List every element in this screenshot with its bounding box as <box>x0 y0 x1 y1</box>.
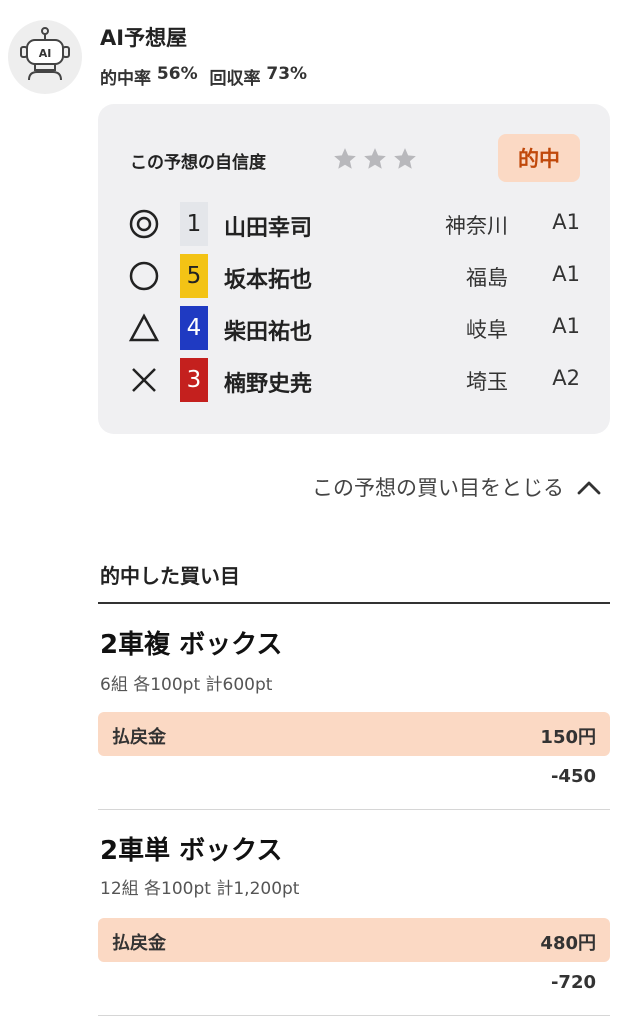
bike-number: 5 <box>180 254 208 298</box>
star-icon <box>364 148 386 169</box>
hit-rate-value: 56% <box>156 64 198 84</box>
section-divider <box>98 602 610 604</box>
payout-label: 払戻金 <box>112 933 166 954</box>
chevron-up-icon <box>577 481 601 495</box>
rider-class: A2 <box>552 366 580 390</box>
avatar: AI <box>8 20 82 94</box>
net-amount: -720 <box>550 972 596 993</box>
rider-prefecture: 神奈川 <box>445 214 508 238</box>
payout-bar: 払戻金 150円 <box>98 712 610 756</box>
prediction-row: 4 柴田祐也 岐阜 A1 <box>98 306 610 350</box>
payout-value: 480円 <box>540 933 596 954</box>
star-icon <box>334 148 356 169</box>
bet-divider <box>98 1015 610 1016</box>
rider-name: 柴田祐也 <box>224 320 313 345</box>
confidence-label: この予想の自信度 <box>130 153 266 173</box>
rider-prefecture: 岐阜 <box>466 318 508 342</box>
prediction-row: 5 坂本拓也 福島 A1 <box>98 254 610 298</box>
circle-icon <box>129 261 159 291</box>
predictor-stats: 的中率 56% 回収率 73% <box>100 64 307 89</box>
bet-divider <box>98 809 610 810</box>
prediction-card: この予想の自信度 的中 1 山田幸司 神奈川 A1 5 坂本拓也 福島 A1 4… <box>98 104 610 434</box>
bike-number: 3 <box>180 358 208 402</box>
rider-prefecture: 埼玉 <box>466 370 508 394</box>
prediction-row: 3 楠野史尭 埼玉 A2 <box>98 358 610 402</box>
cross-icon <box>132 368 156 392</box>
rider-class: A1 <box>552 314 580 338</box>
payout-label: 払戻金 <box>112 727 166 748</box>
rider-class: A1 <box>552 210 580 234</box>
rider-class: A1 <box>552 262 580 286</box>
rider-name: 坂本拓也 <box>224 268 313 293</box>
hit-bets-title: 的中した買い目 <box>100 564 240 588</box>
bet-item: 2車単 ボックス 12組 各100pt 計1,200pt 払戻金 480円 -7… <box>98 826 610 1016</box>
rider-name: 楠野史尭 <box>224 372 313 397</box>
bet-summary: 12組 各100pt 計1,200pt <box>100 879 300 899</box>
avatar-text: AI <box>39 47 52 60</box>
close-bets-toggle[interactable]: この予想の買い目をとじる <box>312 472 602 502</box>
predictor-name: AI予想屋 <box>100 26 188 50</box>
bike-number: 4 <box>180 306 208 350</box>
close-bets-label: この予想の買い目をとじる <box>312 476 564 500</box>
bet-item: 2車複 ボックス 6組 各100pt 計600pt 払戻金 150円 -450 <box>98 620 610 810</box>
triangle-icon <box>128 313 160 342</box>
return-rate-value: 73% <box>266 64 308 84</box>
bike-number: 1 <box>180 202 208 246</box>
double-circle-icon <box>129 209 159 239</box>
net-amount: -450 <box>550 766 596 787</box>
bet-type-title: 2車複 ボックス <box>100 630 283 660</box>
bet-summary: 6組 各100pt 計600pt <box>100 675 273 695</box>
prediction-row: 1 山田幸司 神奈川 A1 <box>98 202 610 246</box>
confidence-stars <box>332 146 418 172</box>
payout-bar: 払戻金 480円 <box>98 918 610 962</box>
rider-prefecture: 福島 <box>466 266 508 290</box>
rider-name: 山田幸司 <box>224 216 313 241</box>
payout-value: 150円 <box>540 727 596 748</box>
robot-icon: AI <box>20 27 70 81</box>
bet-type-title: 2車単 ボックス <box>100 836 283 866</box>
hit-rate-label: 的中率 <box>100 69 151 89</box>
return-rate-label: 回収率 <box>209 69 261 89</box>
star-icon <box>394 148 416 169</box>
hit-badge: 的中 <box>498 134 580 182</box>
